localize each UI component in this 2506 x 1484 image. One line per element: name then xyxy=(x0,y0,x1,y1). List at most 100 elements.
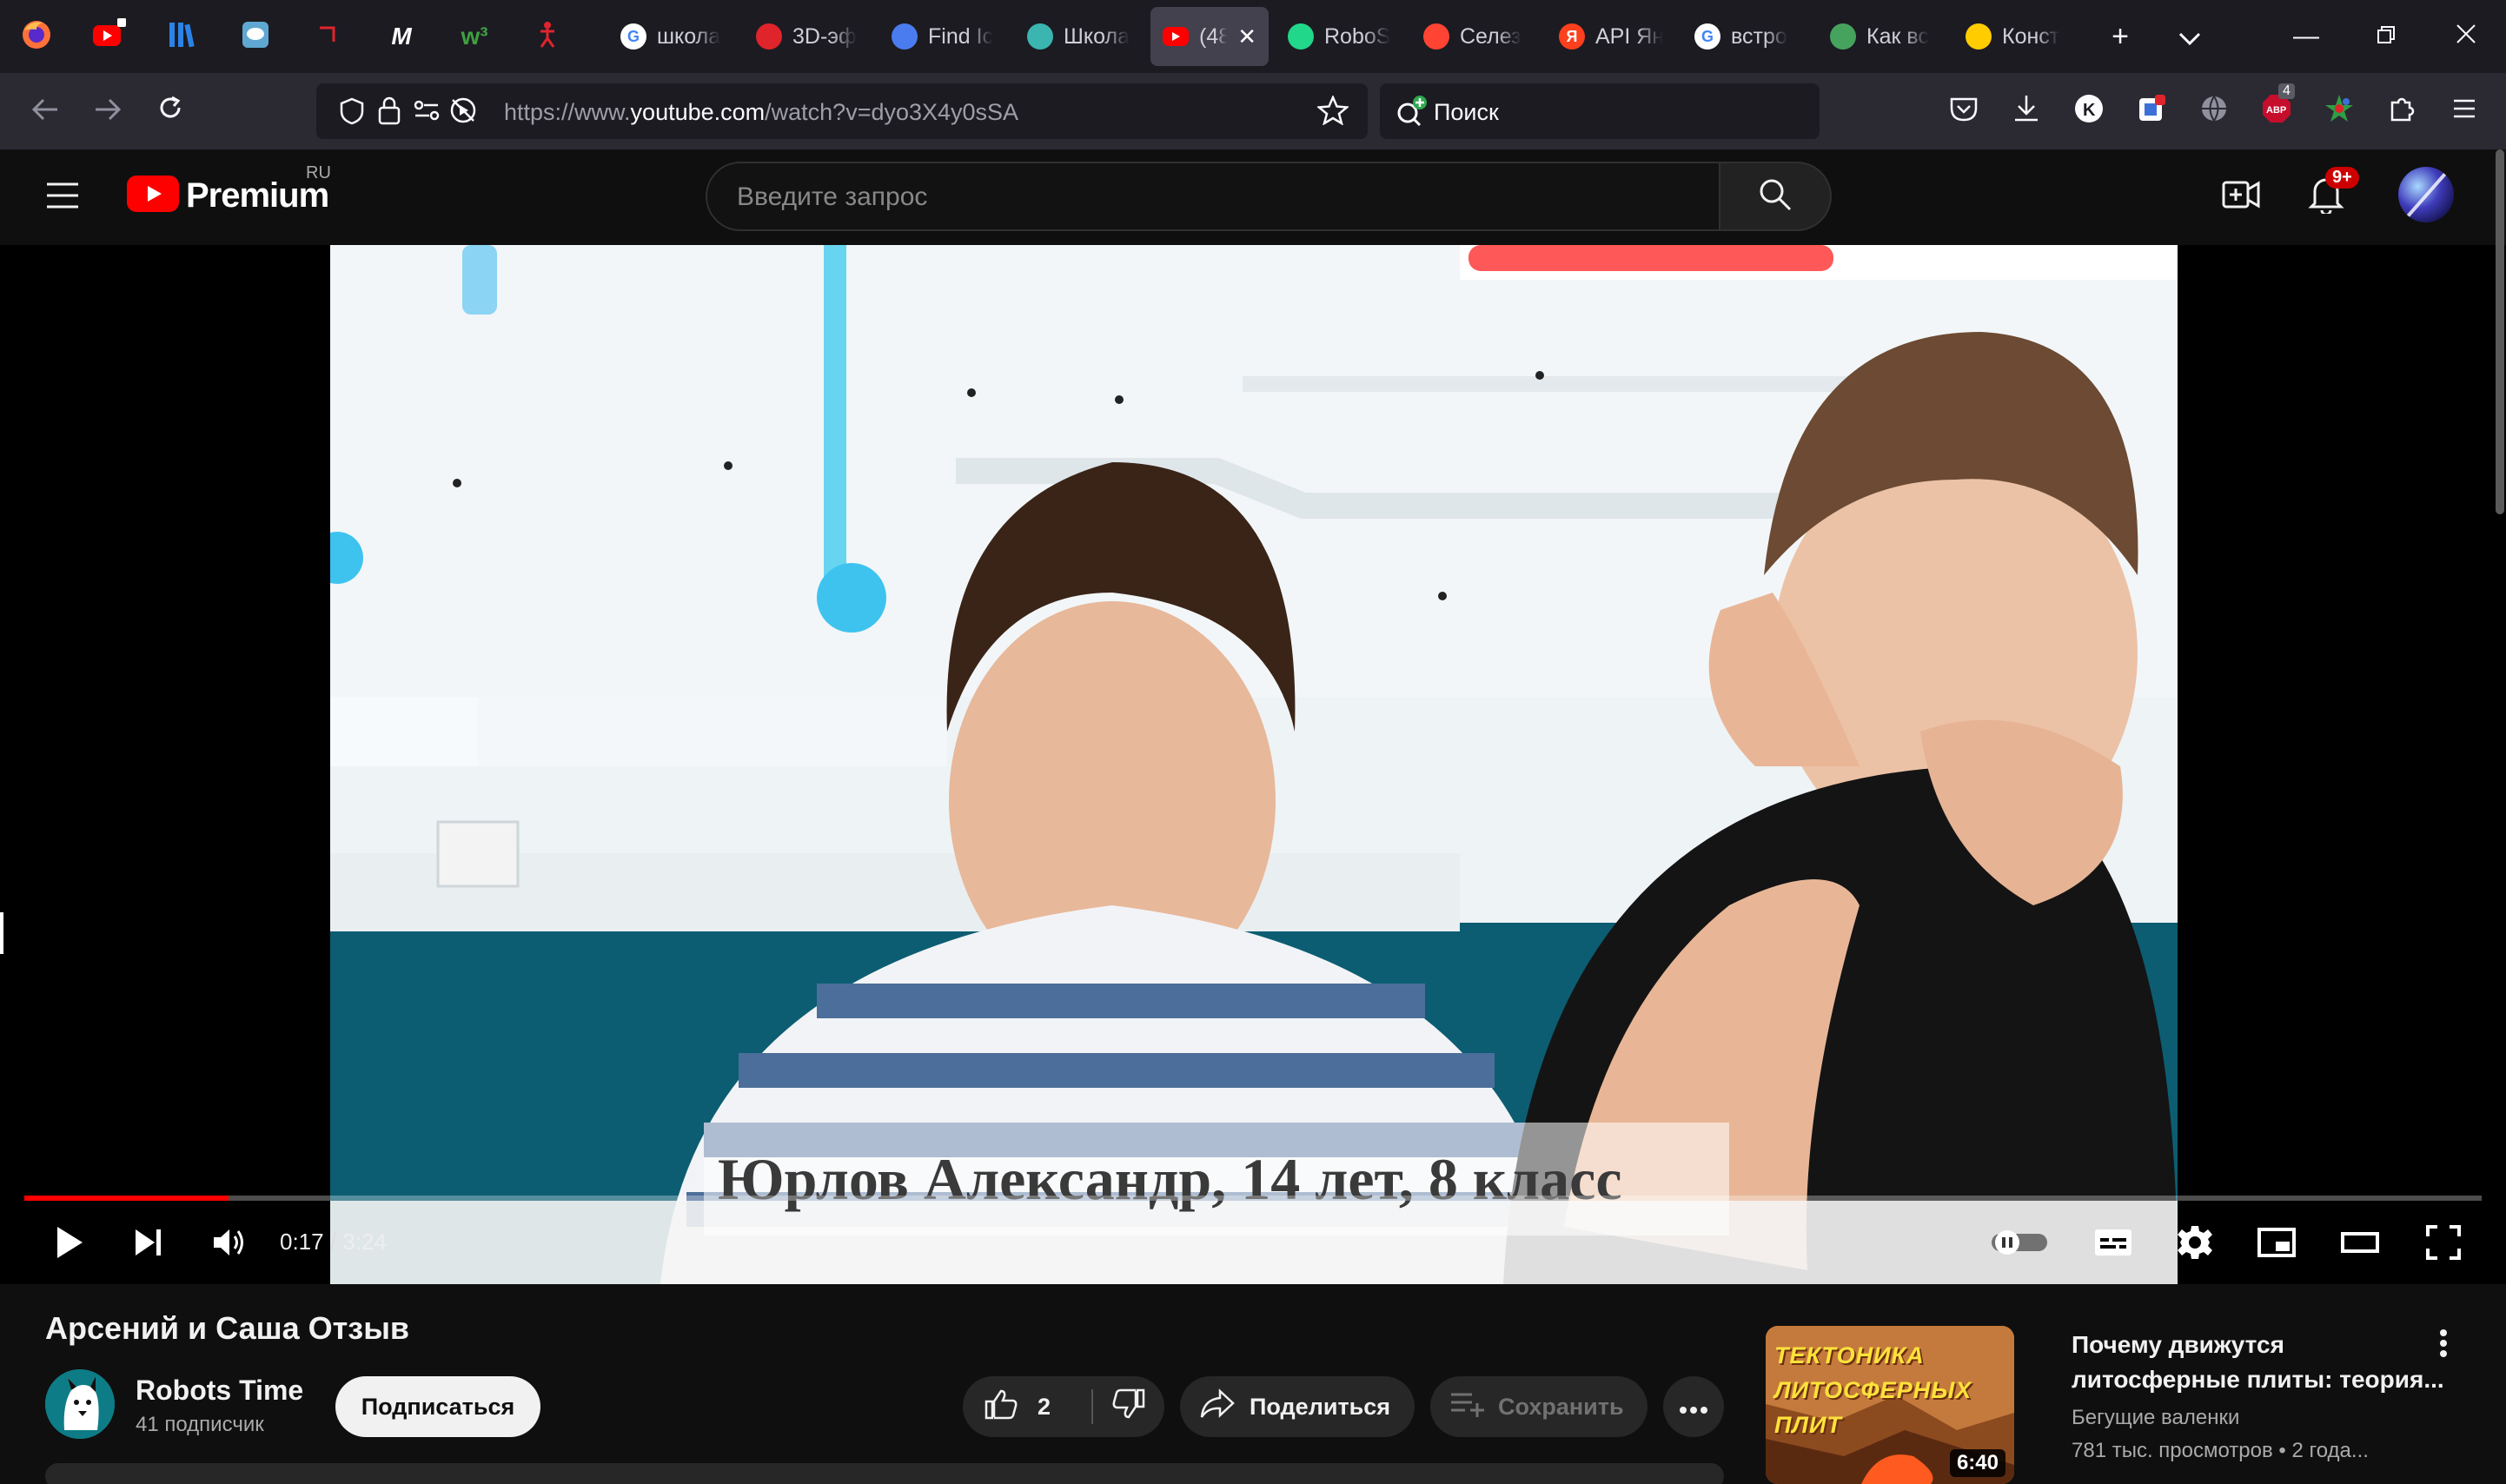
recommended-video-menu-button[interactable] xyxy=(2426,1328,2461,1366)
next-video-button[interactable] xyxy=(122,1213,174,1275)
video-player[interactable]: Юрлов Александр, 14 лет, 8 класс 0:17 / … xyxy=(0,245,2506,1284)
guide-menu-button[interactable] xyxy=(45,181,80,215)
theater-mode-button[interactable] xyxy=(2329,1213,2391,1275)
arrow-right-icon xyxy=(94,93,122,129)
pinned-tab-chat[interactable] xyxy=(219,0,292,73)
create-video-button[interactable] xyxy=(2221,177,2261,216)
pinned-tab-youtube[interactable] xyxy=(73,0,146,73)
subtitles-button[interactable] xyxy=(2082,1213,2145,1275)
browser-tab-label: Селез xyxy=(1460,23,1522,49)
recommended-video-channel[interactable]: Бегущие валенки xyxy=(2072,1406,2239,1430)
browser-tab-label: API Ян xyxy=(1595,23,1663,49)
current-time: 0:17 xyxy=(280,1229,324,1255)
pinned-tab-w3[interactable]: w³ xyxy=(438,0,511,73)
channel-name[interactable]: Robots Time xyxy=(136,1375,303,1407)
skip-next-icon xyxy=(132,1227,163,1262)
browser-tab[interactable]: Я API Ян xyxy=(1547,7,1675,66)
bell-icon xyxy=(2308,178,2344,217)
reload-icon xyxy=(156,93,184,129)
more-horizontal-icon xyxy=(1679,1394,1708,1421)
adblock-extension[interactable]: ABP 4 xyxy=(2257,83,2296,130)
browser-tab[interactable]: Gшкола xyxy=(608,7,737,66)
more-vertical-icon xyxy=(2439,1328,2448,1366)
new-tab-button[interactable]: + xyxy=(2085,0,2155,73)
browser-tab[interactable]: Find Ic xyxy=(879,7,1008,66)
browser-tab[interactable]: Селез xyxy=(1411,7,1540,66)
pycharm-icon xyxy=(1288,23,1314,50)
minimize-icon: — xyxy=(2293,22,2319,50)
youtube-logo[interactable]: Premium RU xyxy=(127,163,331,216)
minimize-button[interactable]: — xyxy=(2266,0,2346,73)
back-button[interactable] xyxy=(23,89,68,134)
video-frame[interactable]: Юрлов Александр, 14 лет, 8 класс xyxy=(330,245,2178,1284)
green-arrow-icon xyxy=(1830,23,1856,50)
close-window-button[interactable] xyxy=(2426,0,2506,73)
miniplayer-button[interactable] xyxy=(2245,1213,2308,1275)
reload-button[interactable] xyxy=(148,89,193,134)
container-extension[interactable] xyxy=(2132,92,2171,130)
browser-tab[interactable]: (48 ✕ xyxy=(1150,7,1269,66)
bookmark-star-icon[interactable] xyxy=(1316,94,1350,129)
channel-avatar[interactable] xyxy=(45,1369,115,1439)
browser-tab[interactable]: Gвстро xyxy=(1682,7,1811,66)
shield-icon[interactable] xyxy=(339,97,365,129)
account-avatar[interactable] xyxy=(2398,167,2454,222)
url-bar[interactable]: https://www.youtube.com/watch?v=dyo3X4y0… xyxy=(316,83,1368,139)
pinned-tab-firefox[interactable] xyxy=(0,0,73,73)
duration: 3:24 xyxy=(342,1229,387,1255)
browser-tab[interactable]: Школа xyxy=(1015,7,1144,66)
youtube-search-input[interactable]: Введите запрос xyxy=(706,162,1720,231)
progress-bar-fill xyxy=(24,1196,229,1201)
notifications-button[interactable]: 9+ xyxy=(2308,167,2359,218)
share-arrow-icon xyxy=(1199,1388,1236,1426)
browser-tab[interactable]: Как вс xyxy=(1818,7,1946,66)
downloads-button[interactable] xyxy=(2007,92,2045,130)
pocket-button[interactable] xyxy=(1945,92,1983,130)
navigation-toolbar: https://www.youtube.com/watch?v=dyo3X4y0… xyxy=(0,73,2506,149)
fullscreen-button[interactable] xyxy=(2412,1213,2475,1275)
extensions-button[interactable] xyxy=(2383,92,2421,130)
volume-icon xyxy=(211,1227,248,1262)
kaspersky-extension[interactable]: K xyxy=(2070,92,2108,130)
lock-icon[interactable] xyxy=(377,96,401,129)
search-bar[interactable]: Поиск xyxy=(1380,83,1820,139)
settings-button[interactable] xyxy=(2164,1213,2226,1275)
recommended-video-title[interactable]: Почему движутся литосферные плиты: теория… xyxy=(2072,1328,2454,1397)
autoplay-toggle[interactable] xyxy=(1985,1213,2054,1275)
description-box[interactable] xyxy=(45,1463,1724,1484)
browser-tab[interactable]: Конст xyxy=(1953,7,2082,66)
recommended-video-meta: 781 тыс. просмотров • 2 года... xyxy=(2072,1439,2369,1462)
restore-button[interactable] xyxy=(2346,0,2426,73)
url-text[interactable]: https://www.youtube.com/watch?v=dyo3X4y0… xyxy=(504,99,1018,126)
permissions-icon[interactable] xyxy=(414,99,440,126)
browser-tab[interactable]: RoboS xyxy=(1276,7,1404,66)
flag-icon xyxy=(892,23,918,50)
pinned-tab-library[interactable] xyxy=(146,0,219,73)
save-button[interactable]: Сохранить xyxy=(1430,1376,1647,1437)
app-menu-button[interactable] xyxy=(2445,92,2483,130)
globe-extension[interactable] xyxy=(2195,92,2233,130)
browser-tab[interactable]: 3D-эф xyxy=(744,7,872,66)
youtube-search-button[interactable] xyxy=(1720,162,1832,231)
page-scrollbar[interactable] xyxy=(2496,149,2504,514)
pinned-tab-figure[interactable] xyxy=(511,0,584,73)
mute-button[interactable] xyxy=(203,1213,255,1275)
share-button[interactable]: Поделиться xyxy=(1180,1376,1415,1437)
pinned-tab-bracket[interactable] xyxy=(292,0,365,73)
forward-button[interactable] xyxy=(85,89,130,134)
close-tab-icon[interactable]: ✕ xyxy=(1237,23,1256,50)
autoplay-blocked-icon[interactable] xyxy=(448,96,478,129)
subscribe-button[interactable]: Подписаться xyxy=(335,1376,540,1437)
chat-icon xyxy=(240,19,271,55)
like-button[interactable]: 2 xyxy=(963,1376,1091,1437)
more-actions-button[interactable] xyxy=(1663,1376,1724,1437)
progress-bar[interactable] xyxy=(24,1196,2482,1201)
star-burst-icon xyxy=(2324,93,2355,130)
play-button[interactable] xyxy=(43,1213,96,1275)
recommended-video-thumbnail[interactable]: ТЕКТОНИКА ЛИТОСФЕРНЫХ ПЛИТ 6:40 xyxy=(1766,1326,2014,1484)
list-all-tabs-button[interactable] xyxy=(2155,0,2224,73)
pinned-tab-m[interactable]: M xyxy=(365,0,438,73)
extension-badge: 4 xyxy=(2278,83,2295,99)
dislike-button[interactable] xyxy=(1093,1376,1164,1437)
colorful-extension[interactable] xyxy=(2320,92,2358,130)
